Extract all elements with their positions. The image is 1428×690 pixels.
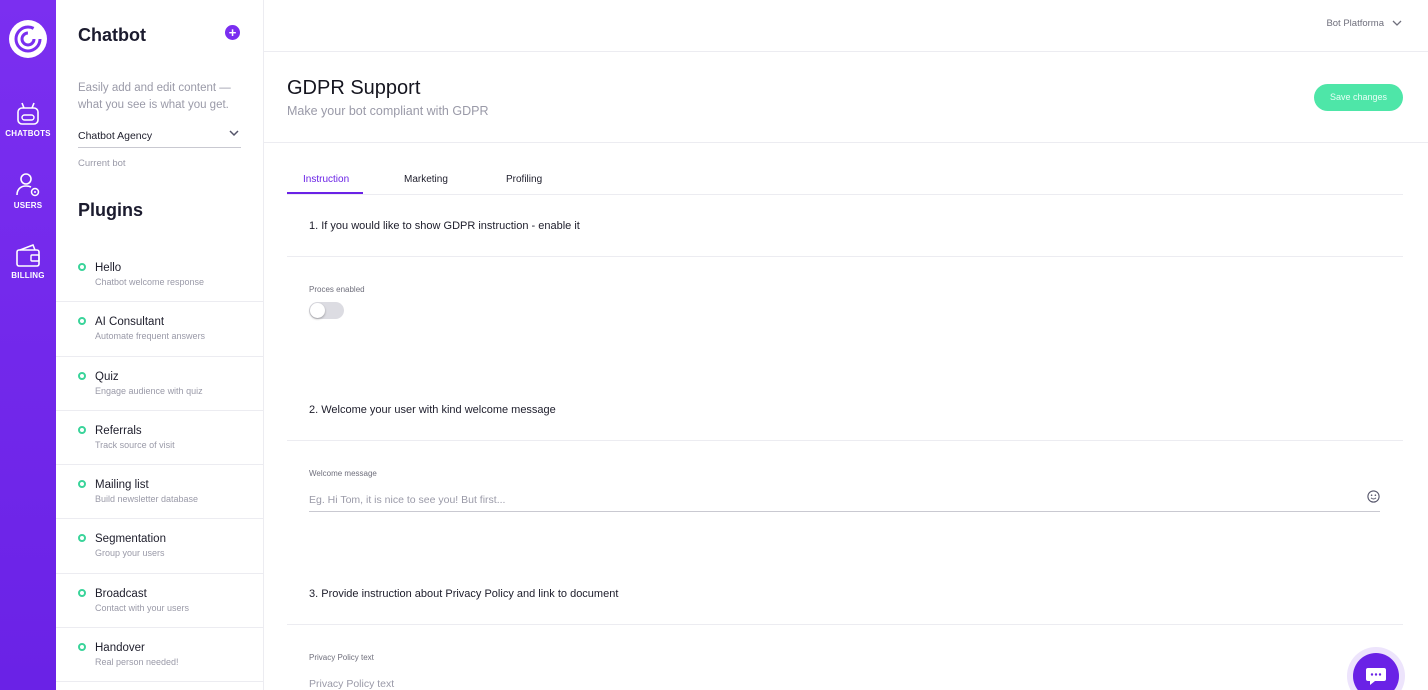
plugin-name: AI Consultant xyxy=(95,316,165,329)
status-dot-icon xyxy=(78,371,86,380)
tab-bar: Instruction Marketing Profiling xyxy=(287,166,1403,195)
plugin-description: Contact with your users xyxy=(95,602,190,613)
rail-item-users[interactable]: USERS xyxy=(0,172,56,210)
workspace-name: Bot Platforma xyxy=(1326,18,1384,29)
active-tab-indicator xyxy=(287,192,363,194)
bot-select[interactable]: Chatbot Agency xyxy=(78,124,241,148)
page-title: GDPR Support xyxy=(287,77,421,99)
section-divider xyxy=(287,256,1403,257)
spiral-logo-icon xyxy=(14,25,42,53)
plugin-item-ai-consultant[interactable]: AI Consultant Automate frequent answers xyxy=(56,302,263,357)
user-settings-icon xyxy=(16,173,40,197)
plugin-item-handover[interactable]: Handover Real person needed! xyxy=(56,628,263,683)
section-1-title: 1. If you would like to show GDPR instru… xyxy=(309,220,580,232)
sidebar-description: Easily add and edit content — what you s… xyxy=(78,82,231,111)
app-logo[interactable] xyxy=(9,20,47,58)
gdpr-enabled-toggle[interactable] xyxy=(309,302,344,319)
chat-launcher-button[interactable] xyxy=(1353,653,1399,690)
bot-select-hint: Current bot xyxy=(78,158,126,169)
plugin-name: Hello xyxy=(95,262,122,274)
plugin-name: Referrals xyxy=(95,424,142,437)
status-dot-icon xyxy=(78,263,86,271)
add-bot-button[interactable]: + xyxy=(225,25,240,40)
sidebar-title: Chatbot xyxy=(78,25,146,45)
toggle-label: Proces enabled xyxy=(309,285,365,294)
plugin-description: Track source of visit xyxy=(95,439,175,450)
bot-select-value: Chatbot Agency xyxy=(78,130,153,142)
welcome-message-input[interactable] xyxy=(309,488,1380,512)
plugin-item-quiz[interactable]: Quiz Engage audience with quiz xyxy=(56,357,263,411)
status-dot-icon xyxy=(78,425,86,434)
save-changes-button[interactable]: Save changes xyxy=(1314,84,1403,111)
plugin-name: Handover xyxy=(95,642,145,655)
plugin-item-segmentation[interactable]: Segmentation Group your users xyxy=(56,519,263,574)
plugin-name: Mailing list xyxy=(95,479,149,492)
toggle-knob xyxy=(310,303,325,318)
wallet-icon xyxy=(16,244,40,267)
top-bar: Bot Platforma xyxy=(264,0,1428,52)
tab-marketing[interactable]: Marketing xyxy=(404,174,448,185)
plugin-item-hello[interactable]: Hello Chatbot welcome response xyxy=(56,248,263,303)
status-dot-icon xyxy=(78,588,86,597)
status-dot-icon xyxy=(78,317,86,326)
plugins-heading: Plugins xyxy=(78,200,144,220)
app-rail: CHATBOTS USERS BILLING xyxy=(0,0,56,690)
plugin-description: Engage audience with quiz xyxy=(95,385,203,396)
plugin-name: Quiz xyxy=(95,370,119,383)
tab-instruction[interactable]: Instruction xyxy=(303,174,349,185)
section-divider xyxy=(287,624,1403,625)
workspace-switcher[interactable]: Bot Platforma xyxy=(1326,18,1402,29)
status-dot-icon xyxy=(78,534,86,543)
rail-item-chatbots[interactable]: CHATBOTS xyxy=(0,102,56,138)
plugin-description: Real person needed! xyxy=(95,657,179,668)
status-dot-icon xyxy=(78,480,86,489)
header-divider xyxy=(264,142,1428,143)
plus-icon: + xyxy=(228,25,237,40)
chevron-down-icon xyxy=(1392,20,1402,26)
plugin-description: Build newsletter database xyxy=(95,494,199,505)
rail-label-chatbots: CHATBOTS xyxy=(5,129,51,138)
plugin-item-referrals[interactable]: Referrals Track source of visit xyxy=(56,411,263,466)
tab-profiling[interactable]: Profiling xyxy=(506,174,542,185)
section-3-title: 3. Provide instruction about Privacy Pol… xyxy=(309,588,619,600)
plugin-list: Hello Chatbot welcome response AI Consul… xyxy=(56,248,263,683)
plugin-description: Automate frequent answers xyxy=(95,331,206,342)
chevron-down-icon xyxy=(229,130,239,137)
rail-label-users: USERS xyxy=(13,201,43,210)
page-subtitle: Make your bot compliant with GDPR xyxy=(287,104,489,118)
bot-icon xyxy=(17,102,39,125)
privacy-policy-input[interactable] xyxy=(309,672,1339,690)
plugin-item-broadcast[interactable]: Broadcast Contact with your users xyxy=(56,574,263,629)
plugin-name: Broadcast xyxy=(95,587,147,600)
rail-label-billing: BILLING xyxy=(11,271,45,280)
plugin-description: Group your users xyxy=(95,548,165,559)
emoji-picker-button[interactable] xyxy=(1367,490,1380,508)
sidebar: Chatbot + Easily add and edit content — … xyxy=(56,0,264,690)
privacy-policy-label: Privacy Policy text xyxy=(309,653,374,662)
plugin-description: Chatbot welcome response xyxy=(95,277,205,287)
status-dot-icon xyxy=(78,643,86,652)
welcome-message-label: Welcome message xyxy=(309,469,377,478)
chat-bubble-icon xyxy=(1366,668,1386,685)
plugin-name: Segmentation xyxy=(95,533,166,546)
emoji-icon xyxy=(1367,490,1380,503)
rail-item-billing[interactable]: BILLING xyxy=(0,244,56,280)
section-divider xyxy=(287,440,1403,441)
plugin-item-mailing-list[interactable]: Mailing list Build newsletter database xyxy=(56,465,263,520)
section-2-title: 2. Welcome your user with kind welcome m… xyxy=(309,404,556,416)
